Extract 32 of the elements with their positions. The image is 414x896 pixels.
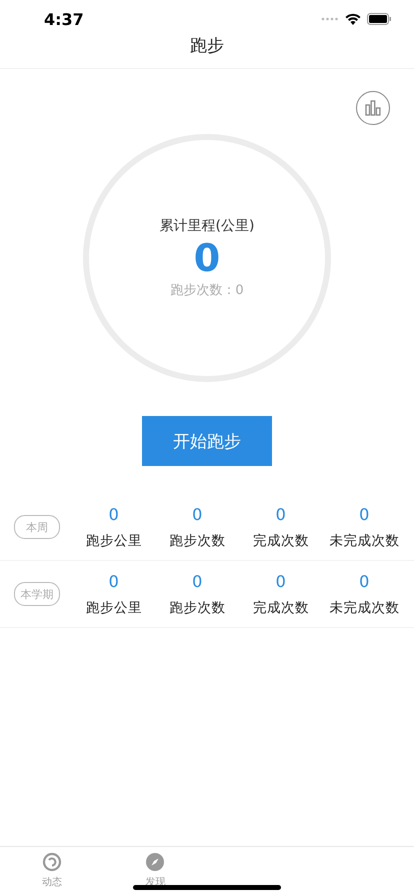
stat-value: 0 (276, 504, 286, 524)
gauge-icon (42, 852, 62, 872)
stat-label: 完成次数 (252, 532, 309, 550)
period-tag: 本周 (14, 515, 60, 539)
stat-value: 0 (359, 504, 370, 524)
period-tag: 本学期 (14, 582, 60, 606)
stat-value: 0 (276, 572, 286, 590)
nav-title: 跑步 (190, 35, 224, 57)
signal-icon (321, 17, 339, 21)
stat-label: 跑步公里 (86, 532, 142, 550)
stat-value: 0 (192, 504, 202, 524)
compass-icon (145, 852, 166, 872)
stat-label: 未完成次数 (329, 532, 400, 550)
stat-value: 0 (359, 572, 370, 590)
stat-label: 跑步次数 (169, 598, 226, 616)
total-mileage-label: 累计里程(公里) (160, 217, 254, 235)
start-run-button[interactable]: 开始跑步 (142, 416, 272, 466)
bar-chart-icon (364, 99, 382, 117)
stat-label: 跑步公里 (86, 598, 142, 616)
stat-value: 0 (192, 572, 202, 590)
tab-bar-item[interactable]: 动态 (0, 847, 104, 896)
stat-label: 完成次数 (252, 598, 309, 616)
stat-label: 跑步次数 (169, 532, 226, 550)
status-time: 4:37 (44, 10, 84, 28)
total-mileage-value: 0 (194, 235, 220, 281)
battery-icon (367, 13, 392, 25)
wifi-icon (345, 13, 361, 25)
stat-value: 0 (108, 504, 119, 524)
stat-label: 未完成次数 (329, 598, 400, 616)
stat-value: 0 (108, 572, 119, 590)
statistics-button[interactable] (356, 91, 390, 125)
run-count-text: 跑步次数：0 (170, 282, 244, 299)
